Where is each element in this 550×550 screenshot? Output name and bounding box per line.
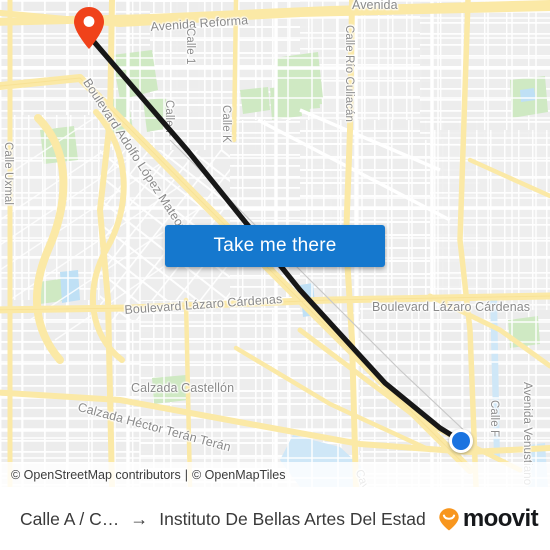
- moovit-pin-icon: [439, 508, 459, 531]
- moovit-map-screen: Avenida Avenida Reforma Calle 1 Calle Río C…: [0, 0, 550, 550]
- map-canvas[interactable]: Avenida Avenida Reforma Calle 1 Calle Río C…: [0, 0, 550, 487]
- take-me-there-button[interactable]: Take me there: [165, 225, 385, 267]
- trip-summary[interactable]: Calle A / C… → Instituto De Bellas Artes…: [20, 509, 426, 530]
- arrow-right-icon: →: [130, 509, 149, 529]
- attribution-separator: |: [184, 467, 188, 482]
- moovit-wordmark: moovit: [462, 505, 539, 532]
- osm-attribution[interactable]: © OpenStreetMap contributors: [11, 468, 181, 482]
- trip-origin-label: Calle A / C…: [20, 508, 120, 529]
- origin-marker-icon[interactable]: [73, 6, 105, 50]
- openmaptiles-attribution[interactable]: © OpenMapTiles: [192, 468, 286, 482]
- destination-dot[interactable]: [449, 429, 473, 453]
- trip-destination-label: Instituto De Bellas Artes Del Estado …: [159, 508, 426, 529]
- moovit-logo[interactable]: moovit: [436, 505, 539, 532]
- map-attribution: © OpenStreetMap contributors | © OpenMap…: [0, 462, 550, 487]
- trip-footer-bar: Calle A / C… → Instituto De Bellas Artes…: [0, 487, 550, 550]
